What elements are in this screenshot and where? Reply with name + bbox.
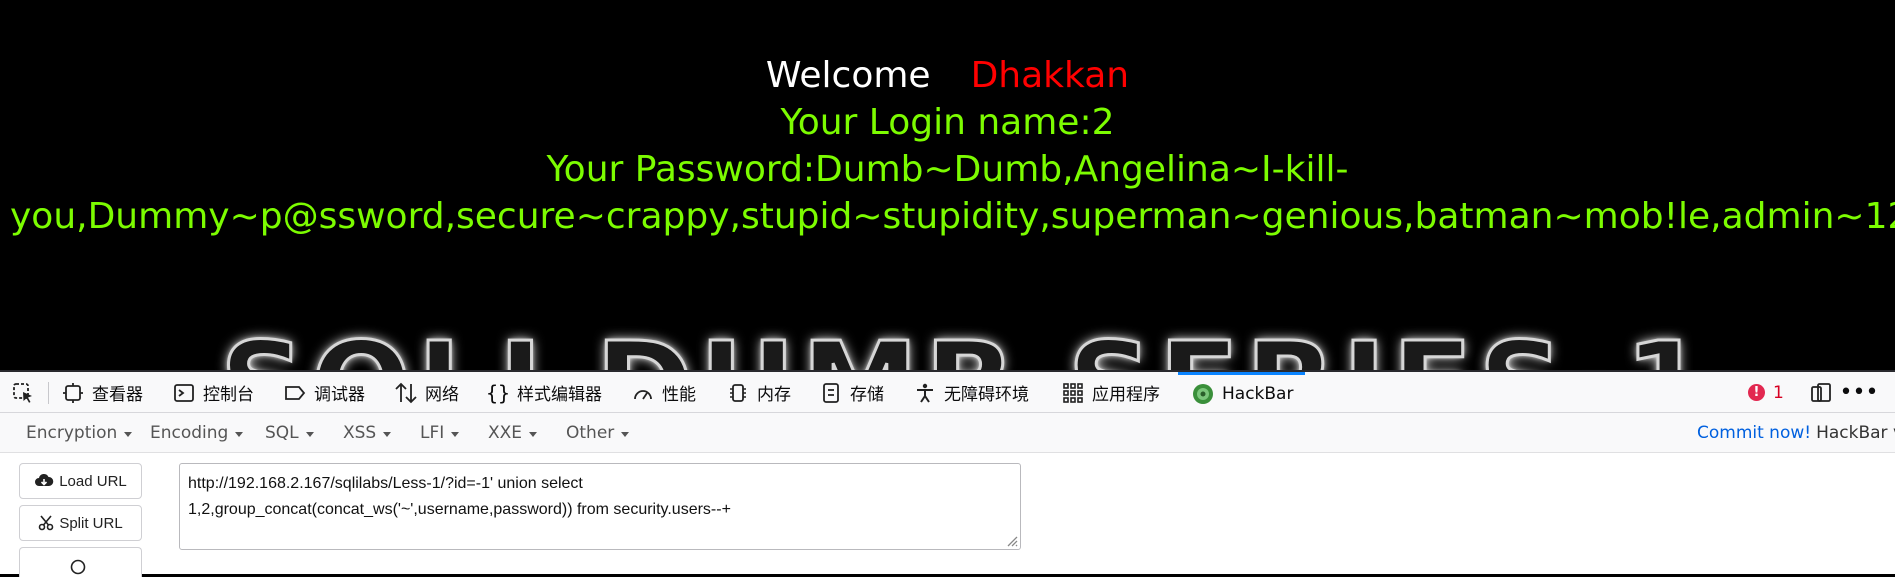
- responsive-mode-button[interactable]: [1808, 372, 1840, 413]
- memory-icon: [725, 380, 751, 406]
- tab-label: 样式编辑器: [517, 385, 602, 405]
- tab-style-editor[interactable]: {} 样式编辑器: [485, 372, 602, 413]
- menu-xss[interactable]: XSS: [343, 413, 392, 453]
- url-textarea[interactable]: http://192.168.2.167/sqlilabs/Less-1/?id…: [179, 463, 1021, 550]
- tab-application[interactable]: 应用程序: [1060, 372, 1160, 413]
- login-name-line: Your Login name:2: [780, 102, 1115, 143]
- tab-label: 网络: [425, 385, 459, 405]
- performance-icon: [630, 380, 656, 406]
- hackbar-version: HackBar v2: [1816, 423, 1895, 443]
- tab-console[interactable]: 控制台: [171, 372, 254, 413]
- application-icon: [1060, 380, 1086, 406]
- welcome-text: Welcome: [765, 55, 931, 96]
- menu-label: SQL: [265, 423, 299, 443]
- split-url-button[interactable]: Split URL: [19, 505, 142, 541]
- execute-button-partial[interactable]: [19, 547, 142, 577]
- devtools-panel: 查看器 控制台 调试器 网络 {} 样式编辑器 性能 内存 存储 无障碍环境 应…: [0, 370, 1895, 577]
- menu-encoding[interactable]: Encoding: [150, 413, 244, 453]
- more-options-button[interactable]: •••: [1839, 372, 1879, 413]
- tab-hackbar[interactable]: HackBar: [1178, 372, 1306, 413]
- page-content: Welcome Dhakkan Your Login name:2 Your Pa…: [0, 0, 1895, 370]
- password-line-1: Your Password:Dumb~Dumb,Angelina~I-kill-: [546, 149, 1349, 190]
- error-count: 1: [1773, 382, 1784, 403]
- tab-label: 调试器: [314, 385, 365, 405]
- tab-storage[interactable]: 存储: [818, 372, 884, 413]
- tab-label: 性能: [662, 385, 696, 405]
- url-line: 1,2,group_concat(concat_ws('~',username,…: [188, 501, 731, 518]
- error-icon: !: [1748, 384, 1765, 401]
- tab-inspector[interactable]: 查看器: [60, 372, 143, 413]
- caret-down-icon: [529, 431, 538, 437]
- tab-label: 存储: [850, 385, 884, 405]
- url-line: http://192.168.2.167/sqlilabs/Less-1/?id…: [188, 475, 583, 492]
- menu-sql[interactable]: SQL: [265, 413, 314, 453]
- series-banner-image: SQLI DUMB SERIES-1: [219, 319, 1713, 371]
- split-url-label: Split URL: [59, 514, 123, 532]
- commit-now-link[interactable]: Commit now!: [1697, 423, 1811, 443]
- clock-icon: [70, 559, 86, 575]
- console-icon: [171, 380, 197, 406]
- style-editor-icon: {}: [485, 380, 511, 405]
- hackbar-body: Load URL Split URL http://192.168.2.167/…: [0, 453, 1895, 577]
- tab-debugger[interactable]: 调试器: [282, 372, 365, 413]
- caret-down-icon: [124, 431, 133, 437]
- menu-label: LFI: [420, 423, 445, 443]
- tab-label: 控制台: [203, 385, 254, 405]
- element-picker-button[interactable]: [10, 372, 42, 413]
- commit-area: Commit now! HackBar v2: [1697, 413, 1895, 453]
- caret-down-icon: [451, 431, 460, 437]
- password-line-2: you,Dummy~p@ssword,secure~crappy,stupid~…: [10, 196, 1895, 237]
- welcome-username: Dhakkan: [970, 55, 1130, 96]
- menu-label: XXE: [488, 423, 523, 443]
- inspector-icon: [60, 380, 86, 406]
- caret-down-icon: [383, 431, 392, 437]
- responsive-mode-icon: [1808, 380, 1834, 406]
- menu-label: Encoding: [150, 423, 229, 443]
- tab-label: 查看器: [92, 385, 143, 405]
- network-icon: [393, 380, 419, 406]
- tab-performance[interactable]: 性能: [630, 372, 696, 413]
- tab-label: 内存: [757, 385, 791, 405]
- hackbar-icon: [1190, 381, 1216, 407]
- caret-down-icon: [305, 431, 314, 437]
- menu-lfi[interactable]: LFI: [420, 413, 460, 453]
- load-url-button[interactable]: Load URL: [19, 463, 142, 499]
- tab-network[interactable]: 网络: [393, 372, 459, 413]
- menu-label: Encryption: [26, 423, 118, 443]
- tab-label: HackBar: [1222, 384, 1294, 404]
- menu-xxe[interactable]: XXE: [488, 413, 538, 453]
- tab-memory[interactable]: 内存: [725, 372, 791, 413]
- resize-grip-icon[interactable]: [1004, 533, 1018, 547]
- accessibility-icon: [912, 380, 938, 406]
- debugger-icon: [282, 380, 308, 406]
- tab-label: 应用程序: [1092, 385, 1160, 405]
- error-counter[interactable]: ! 1: [1748, 372, 1784, 413]
- menu-encryption[interactable]: Encryption: [26, 413, 133, 453]
- tab-label: 无障碍环境: [944, 385, 1029, 405]
- tab-accessibility[interactable]: 无障碍环境: [912, 372, 1029, 413]
- menu-label: XSS: [343, 423, 377, 443]
- welcome-line: Welcome Dhakkan: [0, 52, 1895, 100]
- devtools-toolbar: 查看器 控制台 调试器 网络 {} 样式编辑器 性能 内存 存储 无障碍环境 应…: [0, 370, 1895, 413]
- toolbar-separator: [48, 382, 49, 404]
- menu-label: Other: [566, 423, 615, 443]
- storage-icon: [818, 380, 844, 406]
- picker-icon: [10, 380, 36, 406]
- more-options-icon: •••: [1839, 380, 1879, 405]
- hackbar-menu-bar: Encryption Encoding SQL XSS LFI XXE Othe…: [0, 413, 1895, 453]
- caret-down-icon: [621, 431, 630, 437]
- caret-down-icon: [235, 431, 244, 437]
- load-url-label: Load URL: [59, 472, 127, 490]
- menu-other[interactable]: Other: [566, 413, 630, 453]
- cloud-download-icon: [34, 473, 54, 489]
- scissors-icon: [38, 515, 54, 531]
